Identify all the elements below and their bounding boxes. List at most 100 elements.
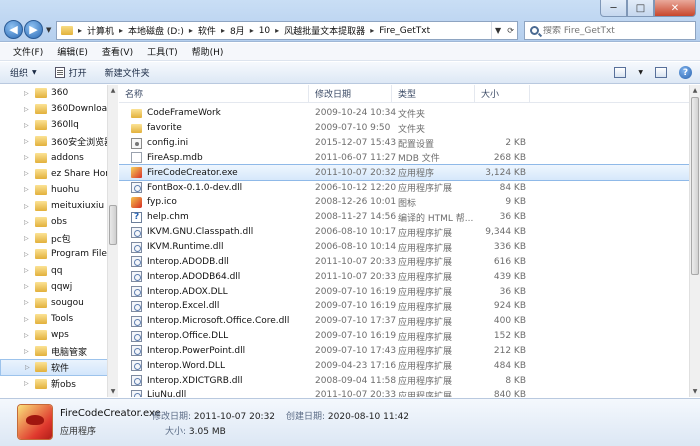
expand-arrow-icon[interactable]: ▷ [24,170,29,177]
scroll-up-arrow-icon[interactable]: ▲ [108,85,118,96]
column-header-type[interactable]: 类型 [392,85,475,103]
file-row[interactable]: fyp.ico 2008-12-26 10:01 图标 9 KB [119,195,689,210]
breadcrumb-fire-gettxt[interactable]: Fire_GetTxt [379,26,430,36]
scroll-down-arrow-icon[interactable]: ▼ [108,386,118,397]
nav-folder-item[interactable]: ▷ 360Downloads [0,101,117,117]
nav-folder-item[interactable]: ▷ addons [0,150,117,166]
address-history-dropdown-icon[interactable]: ▼ [495,26,501,35]
breadcrumb-separator-icon[interactable]: ▸ [370,26,374,35]
file-row[interactable]: LiuNu.dll 2011-10-07 20:33 应用程序扩展 840 KB [119,388,689,397]
nav-folder-item[interactable]: ▷ Tools [0,311,117,327]
file-row[interactable]: config.ini 2015-12-07 15:43 配置设置 2 KB [119,136,689,151]
breadcrumb-august[interactable]: 8月 [230,24,245,37]
file-row[interactable]: favorite 2009-07-10 9:50 文件夹 [119,121,689,136]
back-button[interactable]: ◀ [4,20,23,39]
nav-folder-item[interactable]: ▷ qqwj [0,279,117,295]
expand-arrow-icon[interactable]: ▷ [24,186,29,193]
navigation-pane-scrollbar[interactable]: ▲ ▼ [107,85,118,397]
expand-arrow-icon[interactable]: ▷ [24,251,29,258]
menu-help[interactable]: 帮助(H) [185,45,231,58]
close-button[interactable]: ✕ [654,0,696,17]
breadcrumb-separator-icon[interactable]: ▸ [78,26,82,35]
scrollbar-thumb[interactable] [109,205,117,245]
expand-arrow-icon[interactable]: ▷ [24,219,29,226]
breadcrumb-separator-icon[interactable]: ▸ [221,26,225,35]
breadcrumb-drive[interactable]: 本地磁盘 (D:) [128,24,184,37]
nav-folder-item[interactable]: ▷ meituxiuxiu [0,198,117,214]
expand-arrow-icon[interactable]: ▷ [24,203,29,210]
expand-arrow-icon[interactable]: ▷ [24,267,29,274]
breadcrumb-separator-icon[interactable]: ▸ [119,26,123,35]
expand-arrow-icon[interactable]: ▷ [24,348,29,355]
new-folder-button[interactable]: 新建文件夹 [105,66,150,79]
nav-folder-item[interactable]: ▷ ez Share Hom [0,166,117,182]
scroll-up-arrow-icon[interactable]: ▲ [690,85,700,96]
nav-folder-item[interactable]: ▷ obs [0,214,117,230]
nav-folder-item[interactable]: ▷ 新obs [0,376,117,392]
nav-folder-item[interactable]: ▷ wps [0,327,117,343]
column-header-date[interactable]: 修改日期 [309,85,392,103]
file-row[interactable]: FireAsp.mdb 2011-06-07 11:27 MDB 文件 268 KB [119,151,689,166]
nav-folder-item[interactable]: ▷ Program Files [0,246,117,262]
nav-folder-item[interactable]: ▷ huohu [0,182,117,198]
breadcrumb-software[interactable]: 软件 [198,24,216,37]
nav-folder-item[interactable]: ▷ qq [0,263,117,279]
file-list-scrollbar[interactable]: ▲ ▼ [689,85,700,397]
preview-pane-icon[interactable] [655,67,667,78]
scrollbar-thumb[interactable] [691,97,699,275]
expand-arrow-icon[interactable]: ▷ [24,138,29,145]
scroll-down-arrow-icon[interactable]: ▼ [690,386,700,397]
menu-file[interactable]: 文件(F) [6,45,50,58]
help-icon[interactable]: ? [679,66,692,79]
expand-arrow-icon[interactable]: ▷ [24,90,29,97]
expand-arrow-icon[interactable]: ▷ [24,235,29,242]
file-row[interactable]: Interop.ADODB.dll 2011-10-07 20:33 应用程序扩展 6… [119,254,689,269]
search-box[interactable] [524,21,696,40]
column-header-name[interactable]: 名称 [119,85,309,103]
breadcrumb-text-extractor[interactable]: 风越批量文本提取器 [284,24,365,37]
file-row[interactable]: Interop.Word.DLL 2009-04-23 17:16 应用程序扩展 48… [119,358,689,373]
view-options-dropdown-icon[interactable]: ▼ [638,69,643,76]
forward-button[interactable]: ▶ [24,20,43,39]
expand-arrow-icon[interactable]: ▷ [24,316,29,323]
expand-arrow-icon[interactable]: ▷ [24,299,29,306]
organize-button[interactable]: 组织 ▼ [10,66,37,79]
maximize-button[interactable]: □ [627,0,654,17]
minimize-button[interactable]: ─ [600,0,627,17]
menu-view[interactable]: 查看(V) [95,45,140,58]
expand-arrow-icon[interactable]: ▷ [24,106,29,113]
change-view-icon[interactable] [614,67,627,78]
refresh-icon[interactable]: ⟳ [507,26,514,35]
nav-folder-item[interactable]: ▷ sougou [0,295,117,311]
file-row[interactable]: Interop.XDICTGRB.dll 2008-09-04 11:58 应用程序… [119,373,689,388]
expand-arrow-icon[interactable]: ▷ [24,283,29,290]
nav-folder-item[interactable]: ▷ 软件 [0,359,117,376]
file-row[interactable]: Interop.ADODB64.dll 2011-10-07 20:33 应用程序扩… [119,269,689,284]
expand-arrow-icon[interactable]: ▷ [24,332,29,339]
file-row[interactable]: Interop.PowerPoint.dll 2009-07-10 17:43 应用… [119,344,689,359]
file-row[interactable]: CodeFrameWork 2009-10-24 10:34 文件夹 [119,106,689,121]
expand-arrow-icon[interactable]: ▷ [24,122,29,129]
file-row[interactable]: Interop.Office.DLL 2009-07-10 16:19 应用程序扩展… [119,329,689,344]
file-row[interactable]: IKVM.Runtime.dll 2006-08-10 10:14 应用程序扩展 33… [119,240,689,255]
breadcrumb-10[interactable]: 10 [259,26,270,36]
nav-folder-item[interactable]: ▷ 360安全浏览器 [0,133,117,149]
menu-tools[interactable]: 工具(T) [140,45,185,58]
breadcrumb-computer[interactable]: 计算机 [87,24,114,37]
file-row[interactable]: Interop.Excel.dll 2009-07-10 16:19 应用程序扩展 9… [119,299,689,314]
nav-folder-item[interactable]: ▷ 电脑管家 [0,343,117,359]
breadcrumb-separator-icon[interactable]: ▸ [275,26,279,35]
recent-pages-dropdown-icon[interactable]: ▼ [46,26,51,34]
nav-folder-item[interactable]: ▷ 360llq [0,117,117,133]
open-button[interactable]: 打开 [54,66,87,79]
search-input[interactable] [543,25,693,36]
expand-arrow-icon[interactable]: ▷ [24,154,29,161]
file-row[interactable]: Interop.ADOX.DLL 2009-07-10 16:19 应用程序扩展 36… [119,284,689,299]
file-row[interactable]: FireCodeCreator.exe 2011-10-07 20:32 应用程序 3… [119,164,689,182]
nav-folder-item[interactable]: ▷ pc包 [0,230,117,246]
file-row[interactable]: FontBox-0.1.0-dev.dll 2006-10-12 12:20 应用程… [119,180,689,195]
file-row[interactable]: IKVM.GNU.Classpath.dll 2006-08-10 10:17 应用… [119,225,689,240]
expand-arrow-icon[interactable]: ▷ [25,364,30,371]
file-row[interactable]: Interop.Microsoft.Office.Core.dll 2009-07… [119,314,689,329]
menu-edit[interactable]: 编辑(E) [50,45,95,58]
